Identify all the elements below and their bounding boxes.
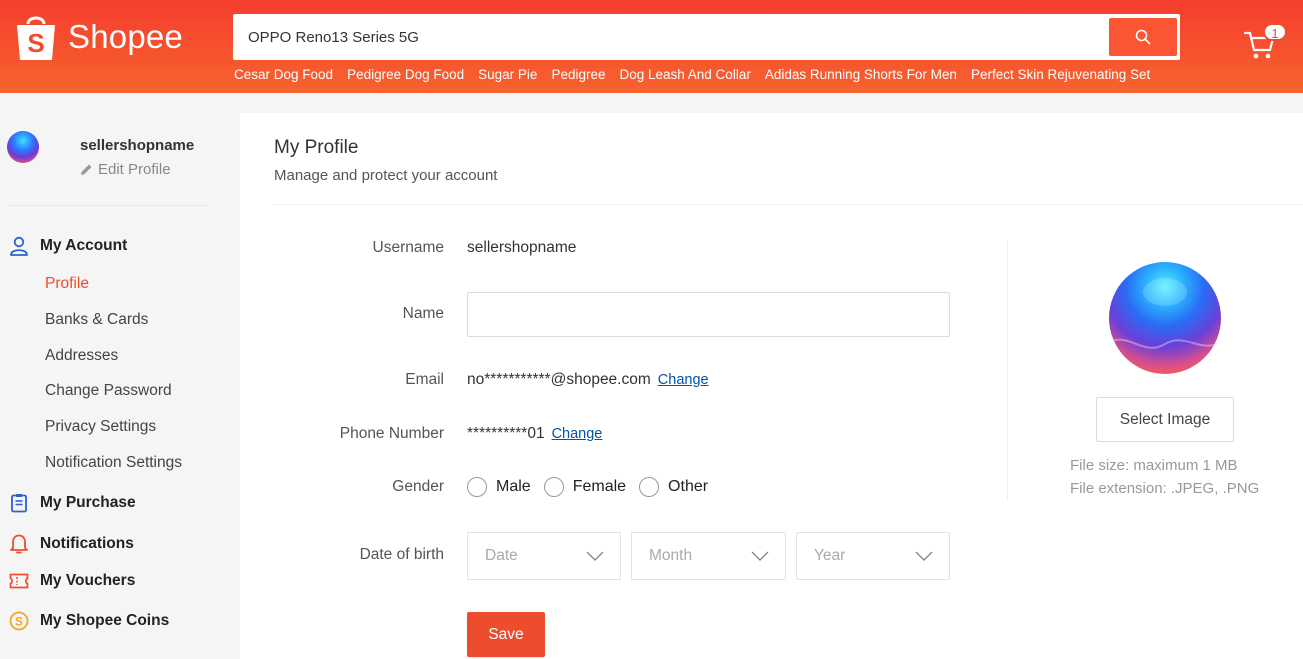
username-label: Username <box>372 239 445 256</box>
dob-year-select[interactable]: Year <box>796 532 950 580</box>
email-value: no***********@shopee.com <box>467 371 651 388</box>
avatar[interactable] <box>7 131 39 163</box>
account-sidebar: sellershopname Edit Profile My Account P… <box>0 93 238 659</box>
suggestion-link[interactable]: Cesar Dog Food <box>234 67 333 82</box>
gender-option-label: Other <box>668 478 709 495</box>
phone-label: Phone Number <box>339 425 444 442</box>
dob-date-select[interactable]: Date <box>467 532 621 580</box>
gender-label: Gender <box>392 478 444 495</box>
shopee-logo[interactable]: S Shopee <box>14 12 183 62</box>
sidebar-item-privacy-settings[interactable]: Privacy Settings <box>45 418 156 436</box>
dob-month-value: Month <box>649 547 693 564</box>
sidebar-item-addresses[interactable]: Addresses <box>45 347 118 365</box>
header-divider <box>273 204 1303 205</box>
bell-icon <box>10 534 28 554</box>
sidebar-divider <box>8 205 208 206</box>
edit-profile-label: Edit Profile <box>98 161 171 178</box>
sidebar-item-profile[interactable]: Profile <box>45 275 89 293</box>
voucher-icon <box>9 573 29 589</box>
change-phone-link[interactable]: Change <box>552 426 603 442</box>
shopping-bag-icon: S <box>14 12 58 62</box>
phone-row: **********01 Change <box>467 425 602 443</box>
sidebar-item-banks-cards[interactable]: Banks & Cards <box>45 311 148 329</box>
search-bar <box>233 14 1180 60</box>
select-image-button[interactable]: Select Image <box>1096 397 1234 442</box>
profile-avatar <box>1109 262 1221 374</box>
dob-year-value: Year <box>814 547 846 564</box>
pencil-icon <box>81 164 92 175</box>
suggestion-link[interactable]: Perfect Skin Rejuvenating Set <box>971 67 1150 82</box>
user-icon <box>10 236 28 256</box>
vertical-divider <box>1007 240 1008 500</box>
sidebar-item-notification-settings[interactable]: Notification Settings <box>45 454 182 472</box>
email-row: no***********@shopee.com Change <box>467 371 709 389</box>
chevron-down-icon <box>915 551 933 561</box>
sidebar-item-my-vouchers[interactable]: My Vouchers <box>9 572 135 590</box>
clipboard-icon <box>11 494 27 513</box>
top-header: S Shopee Cesar Dog Food Pedigree Dog Foo… <box>0 0 1303 93</box>
brand-name: Shopee <box>68 18 183 55</box>
sidebar-item-my-shopee-coins[interactable]: S My Shopee Coins <box>9 611 169 631</box>
search-button[interactable] <box>1109 18 1177 56</box>
sidebar-item-my-purchase[interactable]: My Purchase <box>9 493 136 513</box>
sidebar-item-label: Notifications <box>40 535 134 552</box>
suggestion-link[interactable]: Sugar Pie <box>478 67 537 82</box>
dob-date-value: Date <box>485 547 518 564</box>
sidebar-item-label: My Vouchers <box>40 572 136 589</box>
name-field[interactable] <box>467 292 950 337</box>
file-size-note: File size: maximum 1 MB <box>1070 457 1238 474</box>
coin-icon: S <box>9 611 29 631</box>
gender-option-label: Male <box>496 478 531 495</box>
search-suggestions: Cesar Dog Food Pedigree Dog Food Sugar P… <box>234 67 1150 82</box>
search-icon <box>1135 29 1151 45</box>
sidebar-item-label: My Account <box>40 237 128 254</box>
gender-option-female[interactable]: Female <box>543 477 627 497</box>
suggestion-link[interactable]: Adidas Running Shorts For Men <box>765 67 957 82</box>
profile-card: My Profile Manage and protect your accou… <box>240 113 1303 659</box>
edit-profile-link[interactable]: Edit Profile <box>80 161 171 178</box>
sidebar-item-label: My Purchase <box>40 494 136 511</box>
phone-value: **********01 <box>467 425 545 442</box>
dob-month-select[interactable]: Month <box>631 532 786 580</box>
chevron-down-icon <box>586 551 604 561</box>
sidebar-item-label: My Shopee Coins <box>40 612 170 629</box>
save-button[interactable]: Save <box>467 612 545 657</box>
suggestion-link[interactable]: Pedigree <box>551 67 605 82</box>
sidebar-item-my-account[interactable]: My Account <box>9 236 127 256</box>
radio-button[interactable] <box>467 477 487 497</box>
page-title: My Profile <box>274 137 359 158</box>
svg-text:S: S <box>15 616 23 628</box>
radio-button[interactable] <box>639 477 660 497</box>
change-email-link[interactable]: Change <box>658 372 709 388</box>
sidebar-username: sellershopname <box>80 137 195 154</box>
sidebar-item-change-password[interactable]: Change Password <box>45 382 172 400</box>
dob-label: Date of birth <box>359 546 444 563</box>
sidebar-item-notifications[interactable]: Notifications <box>9 533 134 555</box>
chevron-down-icon <box>751 551 769 561</box>
name-label: Name <box>402 305 444 322</box>
search-input[interactable] <box>233 14 1103 60</box>
suggestion-link[interactable]: Dog Leash And Collar <box>619 67 750 82</box>
file-extension-note: File extension: .JPEG, .PNG <box>1070 480 1260 497</box>
username-value: sellershopname <box>467 239 577 256</box>
page-subtitle: Manage and protect your account <box>274 167 498 184</box>
cart-count-badge: 1 <box>1263 23 1287 41</box>
gender-option-other[interactable]: Other <box>639 477 708 497</box>
gender-option-label: Female <box>572 478 627 495</box>
avatar-wave-graphic <box>1109 278 1221 349</box>
email-label: Email <box>405 371 444 388</box>
svg-text:S: S <box>27 28 44 58</box>
gender-option-male[interactable]: Male <box>467 477 531 497</box>
suggestion-link[interactable]: Pedigree Dog Food <box>347 67 464 82</box>
radio-button[interactable] <box>543 477 564 497</box>
gender-radio-group: Male Female Other <box>467 477 721 497</box>
